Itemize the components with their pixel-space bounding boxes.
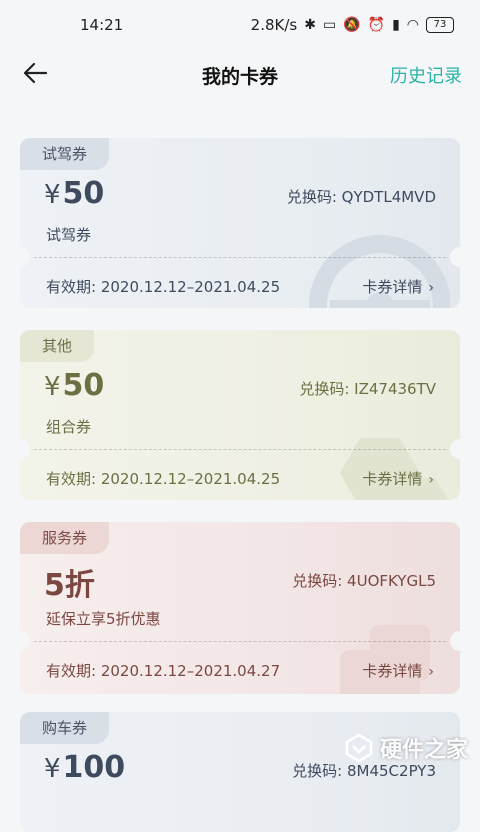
currency-symbol: ¥ [44,372,61,402]
currency-symbol: ¥ [44,754,61,784]
code-label: 兑换码: [292,762,343,780]
redeem-code: 兑换码: 4UOFKYGL5 [292,570,436,591]
amount-value: 50 [62,368,105,403]
coupon-name: 试驾券 [46,226,92,244]
battery-icon: 73 [426,17,454,33]
coupon-tag: 购车券 [20,712,110,744]
validity-value: 2020.12.12–2021.04.25 [100,278,281,296]
coupon-amount: ¥100 [44,750,125,785]
mute-icon: 🔕 [343,17,361,33]
signal-icon: ▮ [392,17,400,33]
currency-symbol: ¥ [44,180,61,210]
code-label: 兑换码: [299,380,350,398]
header: 我的卡券 历史记录 [0,52,480,94]
validity-label: 有效期: [46,278,97,296]
coupon-card[interactable]: 试驾券 ¥50 试驾券 兑换码: QYDTL4MVD 有效期: 2020.12.… [20,138,460,308]
coupon-detail-link[interactable]: 卡券详情 › [362,276,434,297]
coupon-card[interactable]: 服务券 5折 延保立享5折优惠 兑换码: 4UOFKYGL5 有效期: 2020… [20,522,460,694]
code-value: 4UOFKYGL5 [347,572,436,590]
code-label: 兑换码: [292,572,343,590]
validity: 有效期: 2020.12.12–2021.04.25 [46,468,280,489]
coupon-amount: 5折 [44,560,95,604]
chevron-right-icon: › [428,280,434,296]
detail-label: 卡券详情 [362,662,423,680]
validity-label: 有效期: [46,470,97,488]
dashed-divider [34,641,446,642]
status-time: 14:21 [80,16,124,34]
coupon-name: 组合券 [46,418,92,436]
wifi-icon: ◠ [406,17,419,33]
card-notch [20,247,30,267]
coupon-amount: ¥50 [44,176,104,211]
status-icons: 2.8K/s ✱ ▭ 🔕 ⏰ ▮ ◠ 73 [251,16,454,34]
watermark-logo-icon [345,733,373,763]
status-bar: 14:21 2.8K/s ✱ ▭ 🔕 ⏰ ▮ ◠ 73 [0,0,480,52]
redeem-code: 兑换码: IZ47436TV [299,378,436,399]
alarm-icon: ⏰ [367,17,386,33]
vibrate-icon: ▭ [322,17,337,33]
validity: 有效期: 2020.12.12–2021.04.25 [46,276,280,297]
card-notch [450,247,460,267]
redeem-code: 兑换码: QYDTL4MVD [287,186,436,207]
card-notch [450,631,460,651]
shield-icon [340,625,430,694]
card-notch [20,631,30,651]
detail-label: 卡券详情 [362,278,423,296]
coupon-tag: 试驾券 [20,138,110,170]
validity-label: 有效期: [46,662,97,680]
amount-value: 5折 [44,568,95,603]
network-speed: 2.8K/s [250,16,298,34]
coupon-card[interactable]: 其他 ¥50 组合券 兑换码: IZ47436TV 有效期: 2020.12.1… [20,330,460,500]
card-notch [450,439,460,459]
bluetooth-icon: ✱ [304,17,316,33]
history-link[interactable]: 历史记录 [390,62,462,88]
coupon-tag: 服务券 [20,522,110,554]
card-notch [20,439,30,459]
watermark: 硬件之家 [344,728,468,768]
watermark-text: 硬件之家 [379,738,468,763]
code-label: 兑换码: [286,188,337,206]
coupon-name: 延保立享5折优惠 [46,610,161,628]
amount-value: 100 [62,750,126,785]
validity-value: 2020.12.12–2021.04.25 [100,470,281,488]
detail-label: 卡券详情 [362,470,423,488]
validity-value: 2020.12.12–2021.04.27 [100,662,281,680]
coupon-tag: 其他 [20,330,95,362]
chevron-right-icon: › [428,472,434,488]
coupon-detail-link[interactable]: 卡券详情 › [362,660,434,681]
coupon-amount: ¥50 [44,368,104,403]
amount-value: 50 [62,176,105,211]
code-value: IZ47436TV [354,380,436,398]
dashed-divider [34,257,446,258]
dashed-divider [34,449,446,450]
code-value: QYDTL4MVD [341,188,436,206]
chevron-right-icon: › [428,664,434,680]
validity: 有效期: 2020.12.12–2021.04.27 [46,660,280,681]
coupon-detail-link[interactable]: 卡券详情 › [362,468,434,489]
